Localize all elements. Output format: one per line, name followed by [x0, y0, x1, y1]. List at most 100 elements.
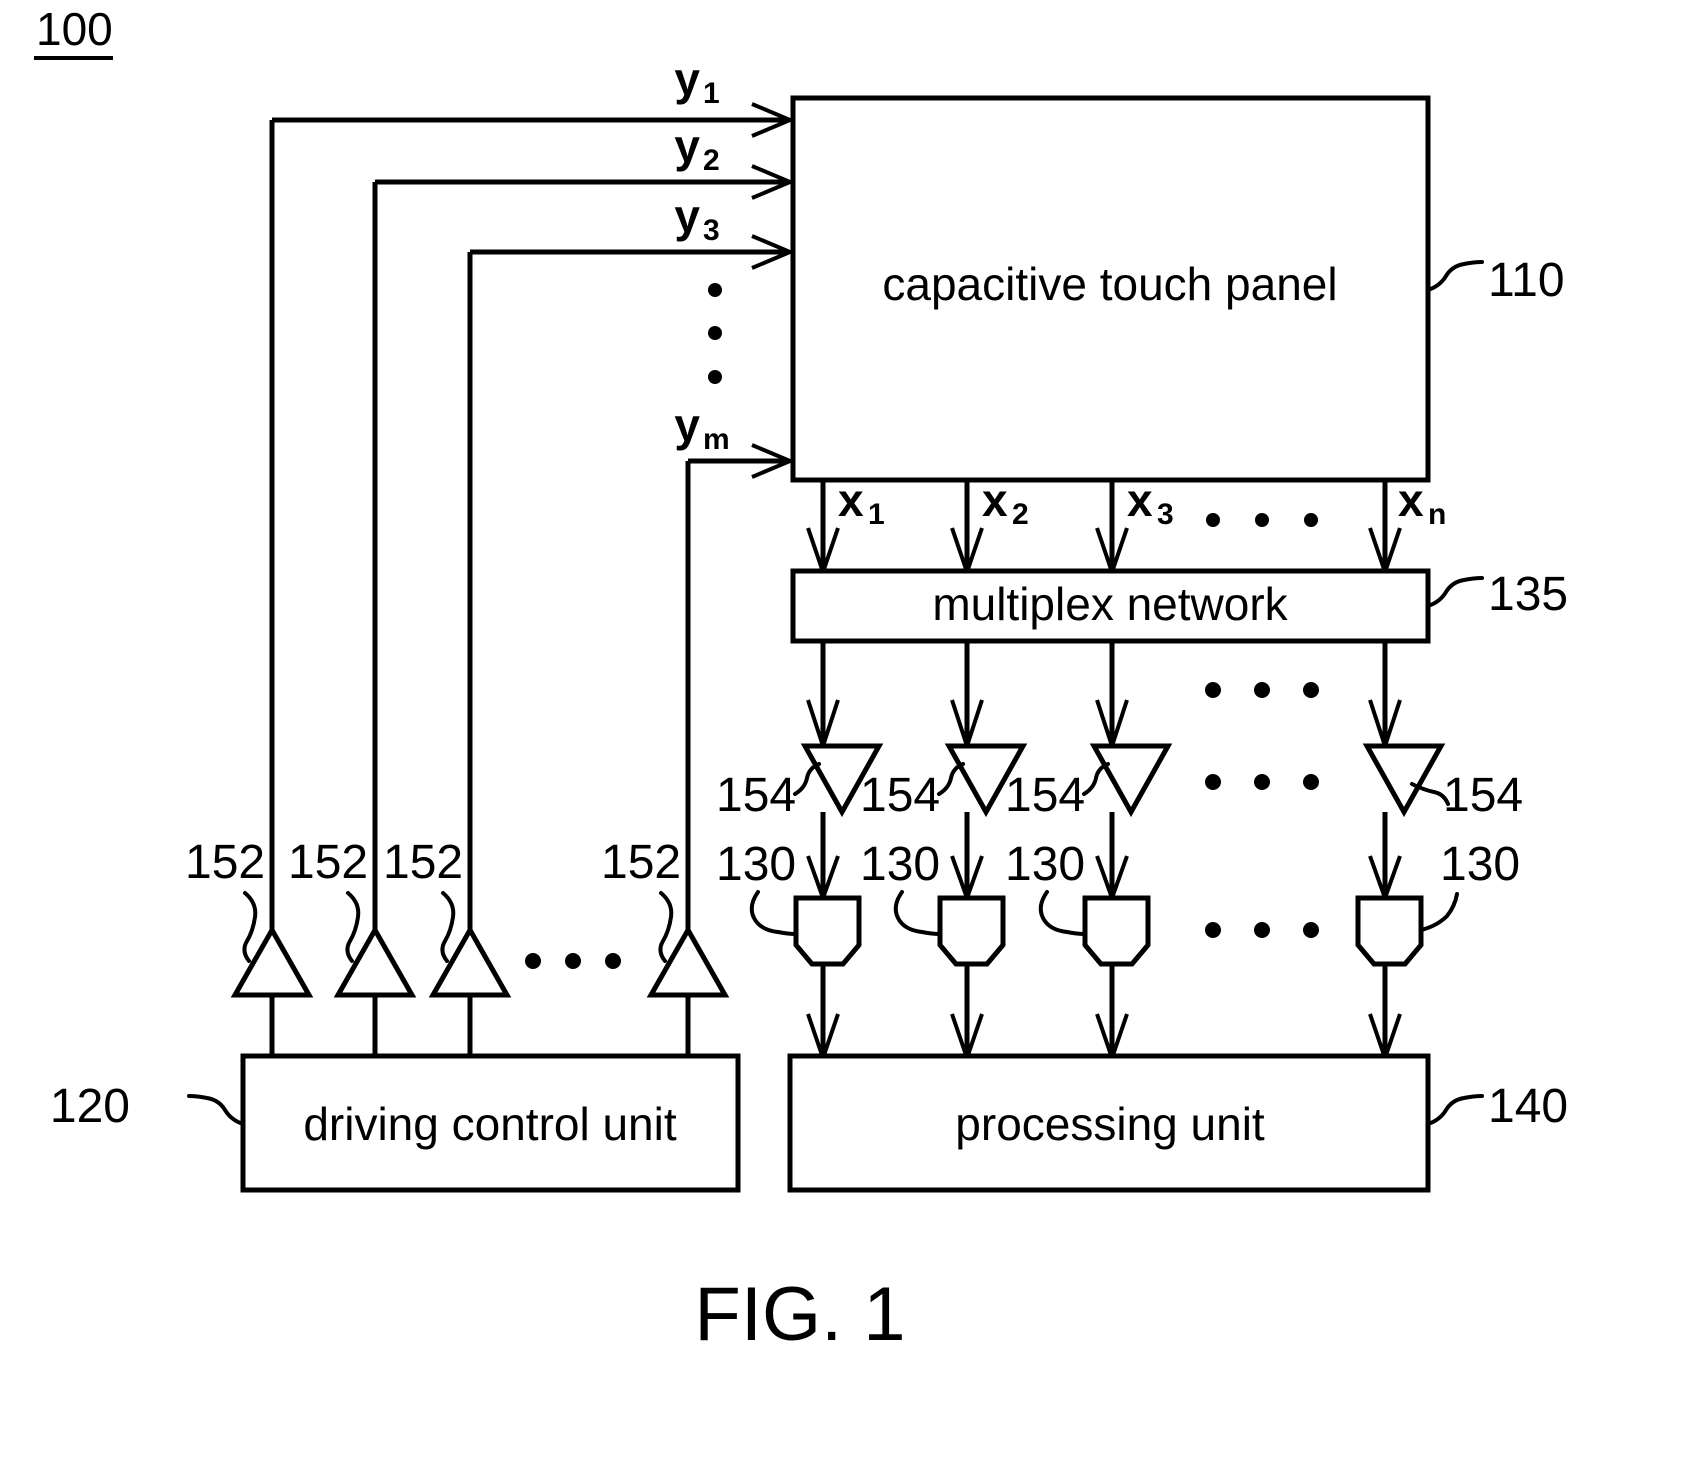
- processing-ref-leader: [1426, 1094, 1484, 1126]
- adc-to-processing-3: [1095, 964, 1129, 1065]
- sense-amplifier-1-ref: 154: [716, 769, 796, 822]
- xn-sub-label: n: [1428, 498, 1446, 531]
- adc-3-ref: 130: [1005, 838, 1085, 891]
- adc-to-processing-1: [806, 964, 840, 1065]
- x1-routing: [806, 480, 840, 579]
- multiplex-ref-number: 135: [1488, 568, 1568, 621]
- driver-amp-m-leader: [658, 891, 674, 963]
- sense-amp-n-ref-group: 154: [1410, 769, 1523, 822]
- ym-base-label: y: [674, 399, 700, 451]
- diagram-canvas: 100 capacitive touch panel 110 y 1 y 2 y…: [34, 3, 1568, 1357]
- driver-amp-1-leader: [242, 891, 258, 963]
- capacitive-touch-panel-label: capacitive touch panel: [882, 258, 1337, 310]
- sense-amplifier-n: [1362, 743, 1446, 818]
- sense-amplifier-n-ref: 154: [1443, 769, 1523, 822]
- x3-base-label: x: [1127, 474, 1153, 526]
- adc-block-2: [937, 895, 1006, 967]
- ym-sub-label: m: [703, 423, 730, 456]
- processing-ref-number: 140: [1488, 1080, 1568, 1133]
- y2-sub-label: 2: [703, 144, 720, 177]
- y3-sub-label: 3: [703, 214, 720, 247]
- x-ellipsis-row2: [1205, 682, 1319, 698]
- adc-3-leader: [1038, 890, 1087, 936]
- multiplex-ref-leader: [1426, 576, 1484, 608]
- touch-panel-ref-leader: [1426, 260, 1484, 292]
- driving-control-unit-label: driving control unit: [303, 1098, 677, 1150]
- driver-amp-m-ref-group: 152: [601, 836, 681, 963]
- multiplex-network-label: multiplex network: [932, 578, 1288, 630]
- system-number-group: 100: [34, 3, 113, 60]
- sense-amplifier-2-ref: 154: [860, 769, 940, 822]
- x2-label-group: x 2: [982, 474, 1029, 531]
- sense-amp-1-ref-group: 154: [716, 762, 821, 822]
- driver-amplifier-2-ref: 152: [288, 836, 368, 889]
- y-vertical-ellipsis: [708, 283, 722, 384]
- driver-amp-2-leader: [345, 891, 361, 963]
- x-ellipsis-row4: [1205, 922, 1319, 938]
- adc-n-ref: 130: [1440, 838, 1520, 891]
- driver-amplifier-3-ref: 152: [383, 836, 463, 889]
- x2-sub-label: 2: [1012, 498, 1029, 531]
- x3-sub-label: 3: [1157, 498, 1174, 531]
- adc-to-processing-2: [950, 964, 984, 1065]
- y1-label-group: y 1: [674, 53, 719, 110]
- y2-label-group: y 2: [674, 120, 719, 177]
- mux-to-amp-2: [950, 641, 984, 753]
- adc-block-3: [1082, 895, 1151, 967]
- x2-routing: [950, 480, 984, 579]
- driving-ref-number: 120: [50, 1080, 130, 1133]
- amp-to-adc-1: [806, 812, 840, 904]
- driver-amplifier-m-ref: 152: [601, 836, 681, 889]
- y1-sub-label: 1: [703, 77, 720, 110]
- y3-base-label: y: [674, 190, 700, 242]
- adc-n-ref-group: 130: [1419, 838, 1520, 932]
- touch-panel-ref-number: 110: [1488, 254, 1565, 307]
- adc-2-ref: 130: [860, 838, 940, 891]
- adc-block-n: [1355, 895, 1424, 967]
- driver-amp-1-ref-group: 152: [185, 836, 265, 963]
- adc-block-1: [793, 895, 862, 967]
- amp-to-adc-3: [1095, 812, 1129, 904]
- adc-1-leader: [749, 890, 798, 936]
- xn-routing: [1368, 480, 1402, 579]
- adc-2-ref-group: 130: [860, 838, 942, 936]
- x1-sub-label: 1: [868, 498, 885, 531]
- adc-n-leader: [1419, 892, 1459, 932]
- sense-amplifier-3: [1089, 743, 1173, 818]
- xn-label-group: x n: [1398, 474, 1446, 531]
- y3-label-group: y 3: [674, 190, 719, 247]
- amp-to-adc-2: [950, 812, 984, 904]
- x3-routing: [1095, 480, 1129, 579]
- patent-figure-1: 100 capacitive touch panel 110 y 1 y 2 y…: [0, 0, 1708, 1483]
- x3-label-group: x 3: [1127, 474, 1174, 531]
- driving-ref-leader: [187, 1094, 245, 1126]
- driver-amplifier-1-ref: 152: [185, 836, 265, 889]
- x-ellipsis-row1: [1206, 513, 1318, 527]
- driver-amp-2-ref-group: 152: [288, 836, 368, 963]
- processing-unit-label: processing unit: [955, 1098, 1265, 1150]
- driver-amp-ellipsis: [525, 953, 621, 969]
- adc-to-processing-n: [1368, 964, 1402, 1065]
- mux-to-amp-1: [806, 641, 840, 753]
- adc-3-ref-group: 130: [1005, 838, 1087, 936]
- adc-2-leader: [893, 890, 942, 936]
- mux-to-amp-n: [1368, 641, 1402, 753]
- ym-label-group: y m: [674, 399, 729, 456]
- sense-amp-3-ref-group: 154: [1005, 762, 1110, 822]
- y1-base-label: y: [674, 53, 700, 105]
- driver-amp-3-ref-group: 152: [383, 836, 463, 963]
- adc-1-ref: 130: [716, 838, 796, 891]
- sense-amplifier-3-ref: 154: [1005, 769, 1085, 822]
- amp-to-adc-n: [1368, 812, 1402, 904]
- xn-base-label: x: [1398, 474, 1424, 526]
- driver-amp-3-leader: [440, 891, 456, 963]
- x2-base-label: x: [982, 474, 1008, 526]
- mux-to-amp-3: [1095, 641, 1129, 753]
- x1-label-group: x 1: [838, 474, 885, 531]
- sense-amp-2-ref-group: 154: [860, 762, 965, 822]
- x-ellipsis-row3: [1205, 774, 1319, 790]
- system-number-label: 100: [36, 3, 113, 55]
- adc-1-ref-group: 130: [716, 838, 798, 936]
- figure-caption: FIG. 1: [694, 1272, 905, 1357]
- x1-base-label: x: [838, 474, 864, 526]
